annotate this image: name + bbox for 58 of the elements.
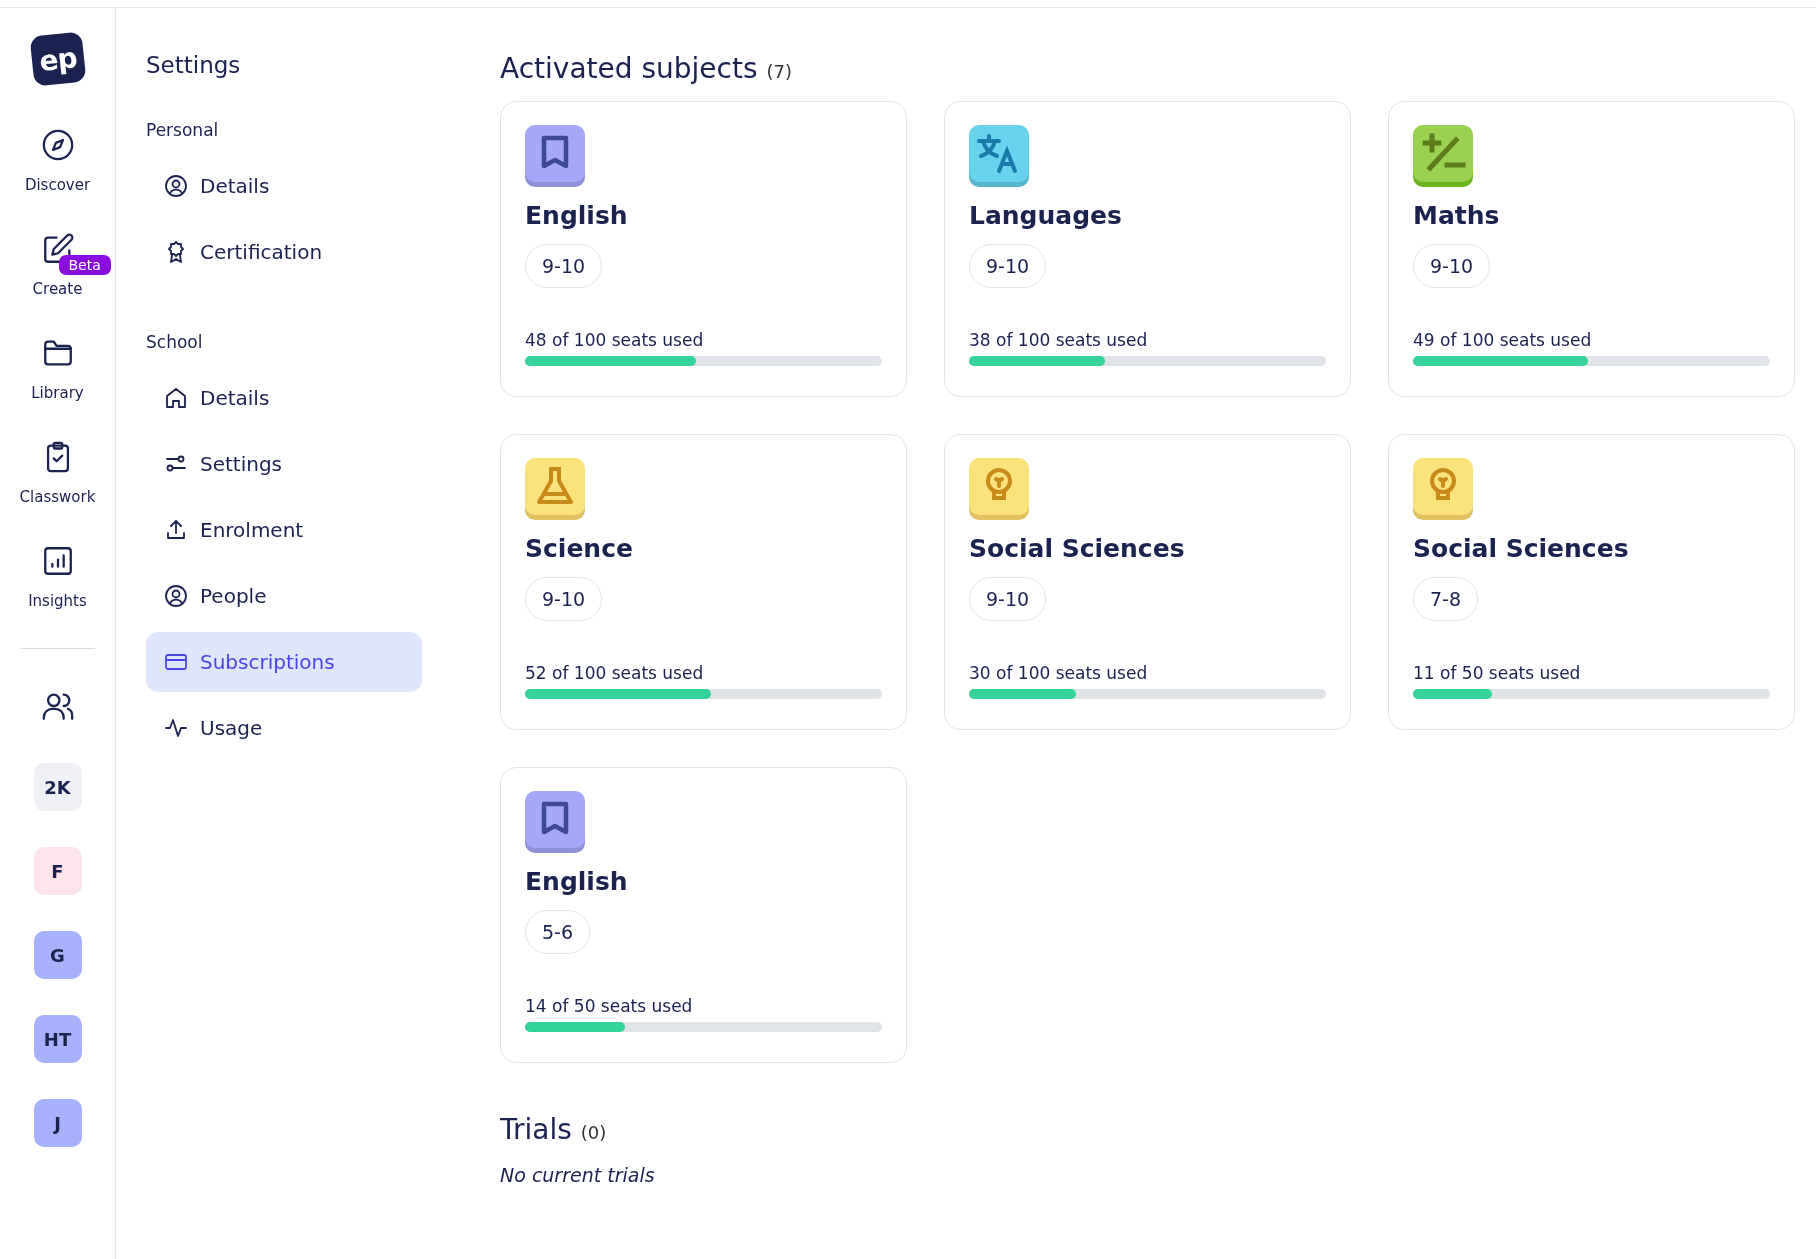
settings-nav-item[interactable]: Usage xyxy=(146,698,422,758)
settings-nav-item[interactable]: Subscriptions xyxy=(146,632,422,692)
avatar[interactable]: J xyxy=(33,1099,82,1147)
rail-nav-item[interactable]: Classwork xyxy=(5,440,110,506)
settings-nav-item[interactable]: Enrolment xyxy=(146,500,422,560)
seats-used-text: 38 of 100 seats used xyxy=(969,330,1148,350)
pulse-icon xyxy=(164,716,188,740)
rail-label: Discover xyxy=(24,176,91,194)
avatar[interactable]: 2K xyxy=(33,763,82,811)
rail-label: Create xyxy=(32,280,83,298)
subject-card[interactable]: Maths 9-10 49 of 100 seats used xyxy=(1388,101,1795,397)
subject-name: Maths xyxy=(1413,201,1500,230)
rail-label: Insights xyxy=(28,592,87,610)
settings-nav-item[interactable]: Details xyxy=(146,156,422,216)
upload-icon xyxy=(164,518,188,542)
subject-card[interactable]: Languages 9-10 38 of 100 seats used xyxy=(944,101,1351,397)
subject-card[interactable]: English 5-6 14 of 50 seats used xyxy=(500,767,907,1063)
rail-nav-item[interactable]: Discover xyxy=(5,128,110,194)
empty-message: No current trials xyxy=(500,1164,656,1186)
settings-nav-item[interactable]: Details xyxy=(146,368,422,428)
rail-label: Library xyxy=(31,384,84,402)
seats-used-text: 49 of 100 seats used xyxy=(1413,330,1592,350)
logo[interactable]: ep xyxy=(29,31,86,87)
user-icon xyxy=(164,584,188,608)
rail-nav-item[interactable]: Insights xyxy=(5,544,110,610)
compass-icon xyxy=(40,128,75,162)
subject-card[interactable]: Social Sciences 7-8 11 of 50 seats used xyxy=(1388,434,1795,730)
subject-name: Science xyxy=(525,534,633,563)
section-title: Activated subjects (7) xyxy=(500,52,793,85)
subject-name: English xyxy=(525,867,628,896)
subject-card[interactable]: English 9-10 48 of 100 seats used xyxy=(500,101,907,397)
rail-nav-item[interactable]: Beta Create xyxy=(5,232,110,298)
settings-nav-item[interactable]: People xyxy=(146,566,422,626)
subject-card[interactable]: Science 9-10 52 of 100 seats used xyxy=(500,434,907,730)
section-heading: School xyxy=(146,332,204,352)
home-icon xyxy=(164,386,188,410)
subject-name: Social Sciences xyxy=(1413,534,1629,563)
avatar[interactable]: F xyxy=(33,847,82,895)
settings-title: Settings xyxy=(146,52,242,78)
settings-nav-item[interactable]: Settings xyxy=(146,434,422,494)
seats-used-text: 14 of 50 seats used xyxy=(525,996,693,1016)
subject-name: English xyxy=(525,201,628,230)
rail-label: Classwork xyxy=(19,488,96,506)
subject-name: Social Sciences xyxy=(969,534,1185,563)
settings-nav-item[interactable]: Certification xyxy=(146,222,422,282)
avatar[interactable]: HT xyxy=(33,1015,82,1063)
subject-name: Languages xyxy=(969,201,1122,230)
user-icon xyxy=(164,174,188,198)
avatar[interactable]: G xyxy=(33,931,82,979)
beta-badge: Beta xyxy=(58,255,111,275)
section-heading: Personal xyxy=(146,120,220,140)
seats-used-text: 11 of 50 seats used xyxy=(1413,663,1581,683)
subject-card[interactable]: Social Sciences 9-10 30 of 100 seats used xyxy=(944,434,1351,730)
rail-nav-item[interactable]: Library xyxy=(5,336,110,402)
seats-used-text: 52 of 100 seats used xyxy=(525,663,704,683)
seats-used-text: 30 of 100 seats used xyxy=(969,663,1148,683)
section-title: Trials (0) xyxy=(500,1113,608,1146)
seats-used-text: 48 of 100 seats used xyxy=(525,330,704,350)
